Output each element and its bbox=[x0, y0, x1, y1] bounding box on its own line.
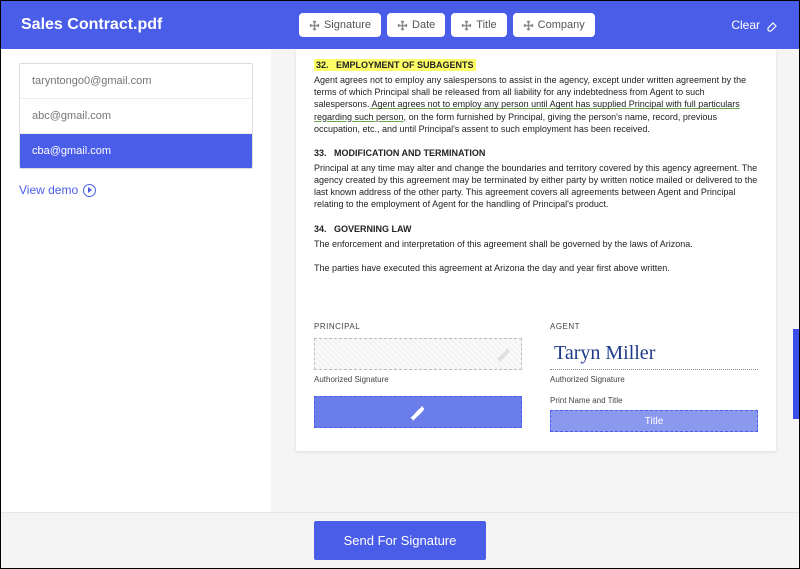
move-icon bbox=[309, 20, 320, 31]
footer: Send For Signature bbox=[1, 512, 799, 568]
move-icon bbox=[397, 20, 408, 31]
sidebar: taryntongo0@gmail.com abc@gmail.com cba@… bbox=[1, 49, 271, 512]
agent-signature: Taryn Miller bbox=[550, 338, 758, 370]
agent-label: AGENT bbox=[550, 322, 758, 333]
app-header: Sales Contract.pdf Signature Date Title … bbox=[1, 1, 799, 49]
send-for-signature-button[interactable]: Send For Signature bbox=[314, 521, 487, 560]
section-34-body2: The parties have executed this agreement… bbox=[314, 262, 758, 274]
view-demo-link[interactable]: View demo bbox=[19, 183, 253, 197]
document-page: 32. EMPLOYMENT OF SUBAGENTS Agent agrees… bbox=[296, 49, 776, 451]
pill-label: Signature bbox=[324, 19, 371, 31]
pill-label: Date bbox=[412, 19, 435, 31]
agent-title-box[interactable]: Title bbox=[550, 410, 758, 432]
signature-area: PRINCIPAL Authorized Signature AGENT Tar… bbox=[314, 322, 758, 433]
agent-column: AGENT Taryn Miller Authorized Signature … bbox=[550, 322, 758, 433]
pill-label: Title bbox=[476, 19, 496, 31]
section-33-body: Principal at any time may alter and chan… bbox=[314, 162, 758, 211]
pill-label: Company bbox=[538, 19, 585, 31]
recipient-item-active[interactable]: cba@gmail.com bbox=[20, 134, 252, 168]
document-viewport[interactable]: 32. EMPLOYMENT OF SUBAGENTS Agent agrees… bbox=[271, 49, 799, 512]
principal-label: PRINCIPAL bbox=[314, 322, 522, 333]
authorized-label: Authorized Signature bbox=[550, 375, 758, 386]
clear-button[interactable]: Clear bbox=[731, 18, 779, 32]
body: taryntongo0@gmail.com abc@gmail.com cba@… bbox=[1, 49, 799, 512]
recipient-list: taryntongo0@gmail.com abc@gmail.com cba@… bbox=[19, 63, 253, 169]
move-icon bbox=[523, 20, 534, 31]
eraser-icon bbox=[765, 18, 779, 32]
principal-signature-box[interactable] bbox=[314, 338, 522, 370]
pill-date[interactable]: Date bbox=[387, 13, 445, 37]
principal-column: PRINCIPAL Authorized Signature bbox=[314, 322, 522, 433]
pen-icon bbox=[408, 402, 428, 422]
recipient-item[interactable]: taryntongo0@gmail.com bbox=[20, 64, 252, 99]
scroll-indicator bbox=[793, 329, 799, 419]
pill-signature[interactable]: Signature bbox=[299, 13, 381, 37]
field-pills: Signature Date Title Company bbox=[162, 13, 731, 37]
play-icon bbox=[83, 184, 96, 197]
section-32-body: Agent agrees not to employ any salespers… bbox=[314, 74, 758, 135]
section-heading-33: 33. MODIFICATION AND TERMINATION bbox=[314, 147, 758, 159]
view-demo-label: View demo bbox=[19, 183, 78, 197]
authorized-label: Authorized Signature bbox=[314, 375, 522, 386]
clear-label: Clear bbox=[731, 18, 760, 32]
pen-icon bbox=[495, 345, 513, 363]
principal-auth-signature-box[interactable] bbox=[314, 396, 522, 428]
section-heading-32: 32. EMPLOYMENT OF SUBAGENTS bbox=[314, 59, 476, 71]
document-title: Sales Contract.pdf bbox=[21, 16, 162, 34]
pill-title[interactable]: Title bbox=[451, 13, 506, 37]
section-heading-34: 34. GOVERNING LAW bbox=[314, 223, 758, 235]
recipient-item[interactable]: abc@gmail.com bbox=[20, 99, 252, 134]
move-icon bbox=[461, 20, 472, 31]
pill-company[interactable]: Company bbox=[513, 13, 595, 37]
print-name-label: Print Name and Title bbox=[550, 396, 758, 407]
section-34-body1: The enforcement and interpretation of th… bbox=[314, 238, 758, 250]
